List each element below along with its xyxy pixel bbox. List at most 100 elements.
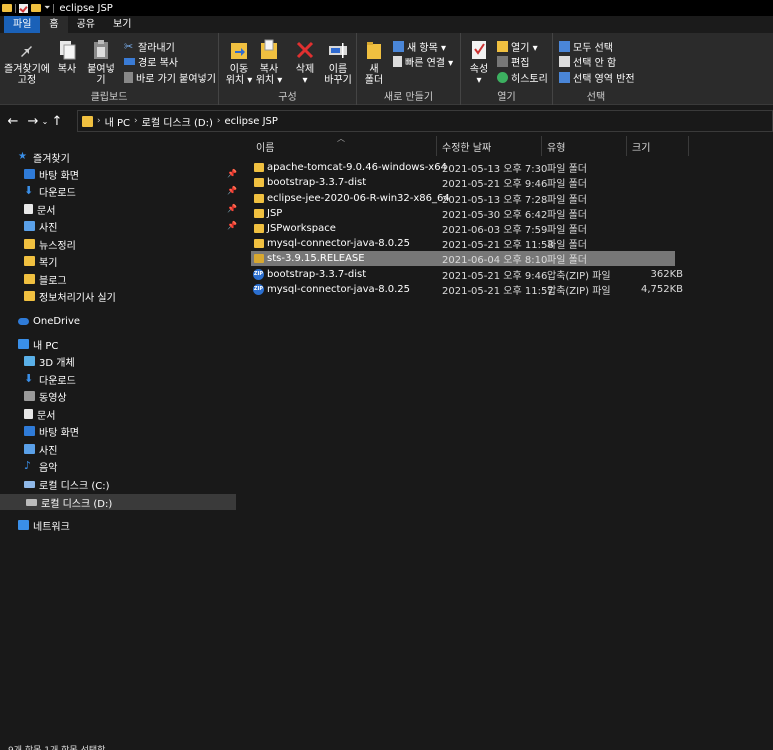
file-date: 2021-05-21 오후 11:57 [442,286,554,297]
nav-folder-exam[interactable]: 정보처리기사 실기 [24,288,116,304]
delete-button[interactable]: 삭제 ▾ [293,39,317,86]
nav-music[interactable]: ♪ 음악 [24,458,57,474]
rename-button[interactable]: 이름 바꾸기 [323,39,353,86]
nav-pc-documents[interactable]: 문서 [24,406,55,422]
nav-3d-objects[interactable]: 3D 개체 [24,353,75,369]
pictures-icon [24,444,35,454]
file-row-selected[interactable]: sts-3.9.15.RELEASE 2021-06-04 오후 8:10 파일… [251,251,675,266]
new-folder-button[interactable]: 새 폴더 [362,39,386,86]
address-bar[interactable]: › 내 PC › 로컬 디스크 (D:) › eclipse JSP [77,110,773,132]
column-header-name[interactable]: 이름 [251,136,437,156]
open-button[interactable]: 열기 ▾ [497,39,538,54]
nav-videos[interactable]: 동영상 [24,388,67,404]
history-button[interactable]: 히스토리 [497,70,548,85]
pinned-icon: 📌 [227,204,237,213]
file-row[interactable]: bootstrap-3.3.7-dist 2021-05-21 오후 9:46 … [251,175,675,190]
file-row[interactable]: ZIP mysql-connector-java-8.0.25 2021-05-… [251,282,683,297]
new-group-label: 새로 만들기 [383,92,434,103]
breadcrumb-this-pc[interactable]: 내 PC [105,114,130,129]
nav-this-pc[interactable]: 내 PC [18,336,58,352]
drive-icon [26,498,37,506]
up-arrow-icon[interactable]: ↑ [50,114,64,129]
ribbon: 즐겨찾기에 고정 복사 붙여넣기 ✂ 잘라내기 경로 복사 바로 가기 붙여넣기… [0,33,773,105]
file-row[interactable]: ZIP bootstrap-3.3.7-dist 2021-05-21 오후 9… [251,267,683,282]
breadcrumb-separator[interactable]: › [97,116,101,126]
breadcrumb-separator[interactable]: › [134,116,138,126]
file-date: 2021-05-13 오후 7:28 [442,195,548,206]
zip-archive-icon: ZIP [253,284,264,295]
file-row[interactable]: JSP 2021-05-30 오후 6:42 파일 폴더 [251,206,675,221]
column-header-modified[interactable]: 수정한 날짜 [437,136,542,156]
navigation-bar: ← → ⌄ ↑ › 내 PC › 로컬 디스크 (D:) › eclipse J… [0,110,773,132]
properties-quick-access-icon[interactable] [19,3,28,13]
recent-locations-chevron-icon[interactable]: ⌄ [40,117,50,126]
select-all-button[interactable]: 모두 선택 [559,39,613,54]
nav-folder-review[interactable]: 복기 [24,253,57,269]
properties-button[interactable]: 속성 ▾ [467,39,491,86]
nav-pc-pictures[interactable]: 사진 [24,441,57,457]
new-folder-quick-access-icon[interactable] [31,4,41,12]
delete-x-icon [296,41,314,59]
edit-icon [497,56,508,67]
nav-network[interactable]: 네트워크 [18,517,70,533]
file-date: 2021-05-21 오후 11:58 [442,240,554,251]
nav-folder-news[interactable]: 뉴스정리 [24,236,76,252]
breadcrumb-eclipse-jsp[interactable]: eclipse JSP [224,116,277,127]
file-row[interactable]: apache-tomcat-9.0.46-windows-x64 2021-05… [251,160,675,175]
move-to-button[interactable]: 이동 위치 ▾ [225,39,253,86]
pin-to-quick-access-button[interactable]: 즐겨찾기에 고정 [4,39,50,86]
paste-shortcut-button[interactable]: 바로 가기 붙여넣기 [124,70,216,85]
file-type: 파일 폴더 [547,255,587,266]
nav-documents[interactable]: 문서 [24,201,55,217]
quick-access-dropdown-icon[interactable]: ⏷ [44,3,50,13]
copy-button[interactable]: 복사 [55,39,79,75]
nav-onedrive[interactable]: OneDrive [18,313,80,329]
zip-archive-icon: ZIP [253,269,264,280]
navigation-pane: ★ 즐겨찾기 바탕 화면 📌 ⬇ 다운로드 📌 문서 📌 사진 📌 뉴스정리 복… [0,145,237,745]
paste-button[interactable]: 붙여넣기 [83,39,119,86]
nav-pictures[interactable]: 사진 [24,218,57,234]
nav-drive-c[interactable]: 로컬 디스크 (C:) [24,476,110,492]
file-name: apache-tomcat-9.0.46-windows-x64 [267,162,447,173]
edit-button[interactable]: 편집 [497,54,529,69]
select-group: 모두 선택 선택 안 함 선택 영역 반전 선택 [553,33,639,105]
rename-icon [329,43,347,58]
breadcrumb-separator[interactable]: › [217,116,221,126]
nav-quick-access[interactable]: ★ 즐겨찾기 [18,149,70,165]
tab-share[interactable]: 공유 [68,16,104,33]
file-name: JSP [267,208,283,219]
nav-folder-blog[interactable]: 블로그 [24,271,67,287]
file-date: 2021-06-03 오후 7:59 [442,225,548,236]
select-none-button[interactable]: 선택 안 함 [559,54,616,69]
forward-arrow-icon[interactable]: → [26,114,40,129]
invert-selection-button[interactable]: 선택 영역 반전 [559,70,635,85]
tab-file[interactable]: 파일 [4,16,41,33]
tab-home[interactable]: 홈 [40,16,68,33]
ribbon-tabs: 파일 홈 공유 보기 [0,16,773,33]
file-row[interactable]: eclipse-jee-2020-06-R-win32-x86_64 2021-… [251,191,675,206]
nav-desktop[interactable]: 바탕 화면 [24,166,79,182]
column-header-type[interactable]: 유형 [542,136,627,156]
nav-drive-d[interactable]: 로컬 디스크 (D:) [0,494,236,510]
cut-button[interactable]: ✂ 잘라내기 [124,39,175,54]
file-row[interactable]: JSPworkspace 2021-06-03 오후 7:59 파일 폴더 [251,221,675,236]
folder-icon [24,256,35,266]
file-row[interactable]: mysql-connector-java-8.0.25 2021-05-21 오… [251,236,675,251]
scissors-icon: ✂ [124,40,134,53]
file-size: 4,752KB [640,284,683,295]
copy-path-button[interactable]: 경로 복사 [124,54,178,69]
nav-downloads[interactable]: ⬇ 다운로드 [24,183,76,199]
nav-pc-desktop[interactable]: 바탕 화면 [24,423,79,439]
nav-pc-downloads[interactable]: ⬇ 다운로드 [24,371,76,387]
tab-view[interactable]: 보기 [104,16,140,33]
copy-path-icon [124,58,135,65]
easy-access-button[interactable]: 빠른 연결 ▾ [393,54,453,69]
back-arrow-icon[interactable]: ← [6,114,20,129]
copy-to-button[interactable]: 복사 위치 ▾ [255,39,283,86]
film-icon [24,391,35,401]
column-header-size[interactable]: 크기 [627,136,689,156]
new-item-button[interactable]: 새 항목 ▾ [393,39,446,54]
breadcrumb-drive-d[interactable]: 로컬 디스크 (D:) [142,114,213,129]
file-name: mysql-connector-java-8.0.25 [267,284,411,295]
paste-shortcut-icon [124,72,133,83]
